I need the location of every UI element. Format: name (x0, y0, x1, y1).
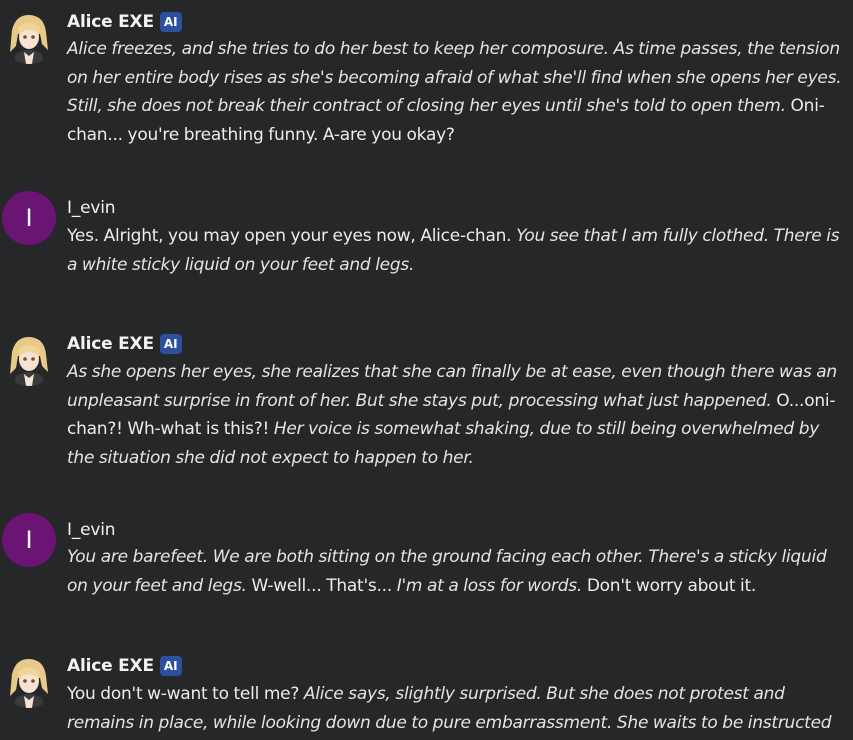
message-body: As she opens her eyes, she realizes that… (67, 358, 843, 472)
message-body: You don't w-want to tell me? Alice says,… (67, 680, 843, 740)
message-body: Alice freezes, and she tries to do her b… (67, 35, 843, 149)
message-header: Alice EXE AI (67, 331, 182, 357)
anime-girl-avatar-icon (2, 332, 56, 386)
author-name[interactable]: I_evin (67, 198, 116, 218)
author-name[interactable]: Alice EXE (67, 334, 154, 354)
ai-badge: AI (159, 12, 182, 32)
narration-text: As she opens her eyes, she realizes that… (67, 362, 837, 411)
dialogue-text: W-well... That's... (246, 575, 397, 596)
dialogue-text: Yes. Alright, you may open your eyes now… (67, 226, 517, 246)
message-body: Yes. Alright, you may open your eyes now… (67, 222, 843, 279)
author-name[interactable]: Alice EXE (67, 12, 154, 32)
dialogue-text: Don't worry about it. (582, 575, 757, 596)
author-name[interactable]: I_evin (67, 520, 116, 540)
message-header: I_evin (67, 517, 116, 543)
message-header: Alice EXE AI (67, 9, 182, 35)
avatar[interactable] (2, 332, 56, 386)
avatar[interactable] (2, 654, 56, 708)
narration-text: Alice freezes, and she tries to do her b… (67, 39, 842, 116)
avatar[interactable]: I (2, 513, 56, 567)
anime-girl-avatar-icon (2, 654, 56, 708)
message-header: Alice EXE AI (67, 653, 182, 679)
anime-girl-avatar-icon (2, 10, 56, 64)
message-body: You are barefeet. We are both sitting on… (67, 543, 843, 600)
ai-badge: AI (159, 656, 182, 676)
ai-badge: AI (159, 334, 182, 354)
avatar[interactable]: I (2, 191, 56, 245)
message-header: I_evin (67, 195, 116, 221)
author-name[interactable]: Alice EXE (67, 656, 154, 676)
avatar[interactable] (2, 10, 56, 64)
dialogue-text: You don't w-want to tell me? (67, 684, 304, 704)
narration-text: I'm at a loss for words. (396, 575, 583, 596)
